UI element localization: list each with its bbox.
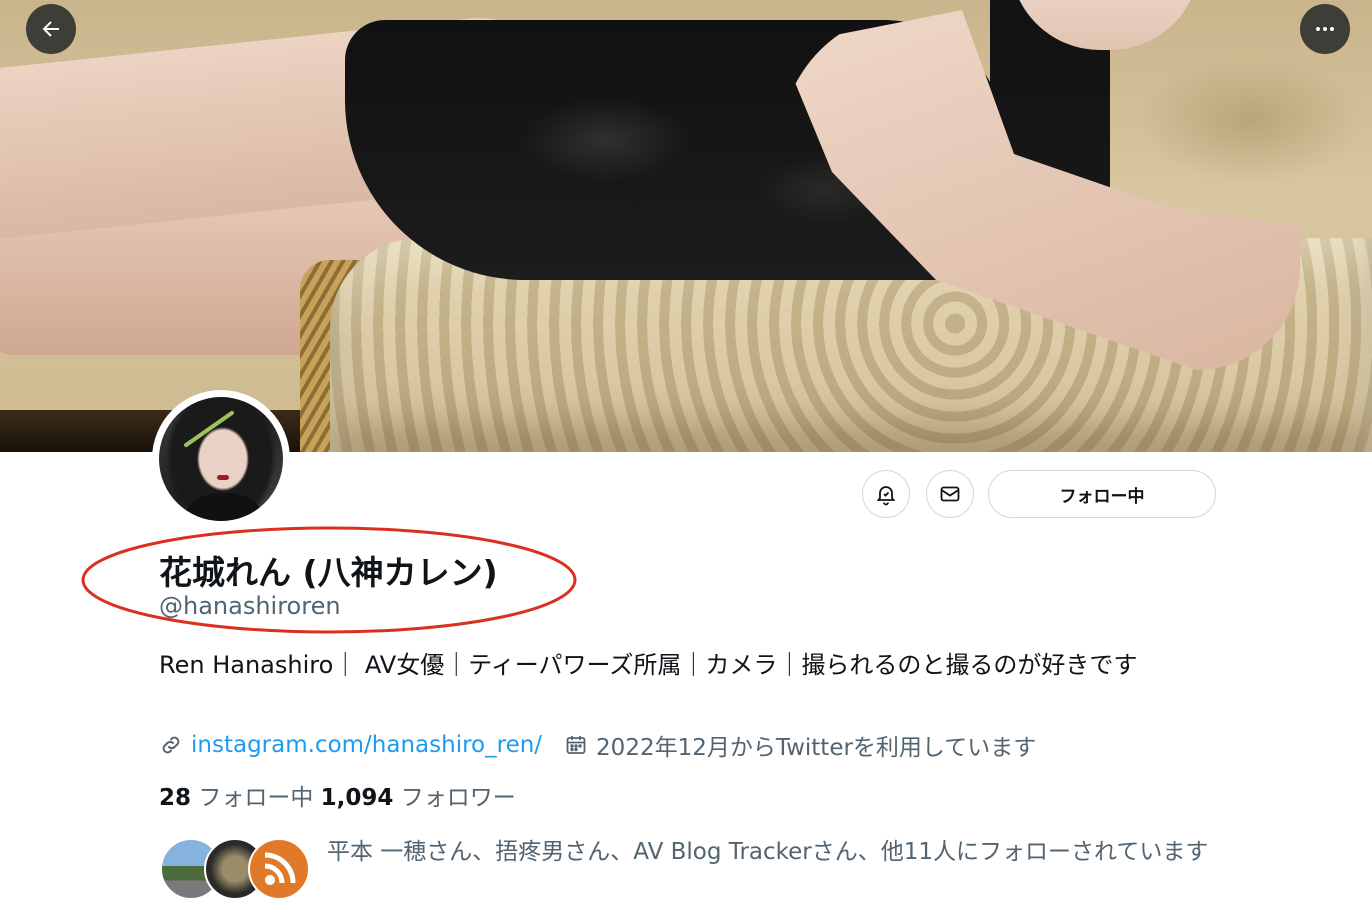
link-icon xyxy=(162,736,180,754)
following-label: フォロー中 xyxy=(198,785,314,811)
red-annotation-ellipse xyxy=(81,526,577,634)
more-icon xyxy=(1316,27,1334,31)
following-button[interactable]: フォロー中 xyxy=(988,470,1216,518)
notification-bell-icon xyxy=(876,486,896,506)
followers-count: 1,094 xyxy=(320,785,394,811)
rss-icon xyxy=(264,852,296,885)
message-button[interactable] xyxy=(926,470,974,518)
avatar-body xyxy=(179,493,269,521)
followers-link[interactable]: 1,094 フォロワー xyxy=(321,785,516,811)
followers-you-know-avatars[interactable] xyxy=(160,838,310,900)
profile-website-link[interactable]: instagram.com/hanashiro_ren/ xyxy=(191,732,542,758)
profile-joined-date: 2022年12月からTwitterを利用しています xyxy=(596,735,1037,761)
avatar-lips xyxy=(217,475,229,480)
profile-stats: 28 フォロー中 1,094 フォロワー xyxy=(159,778,516,812)
notifications-button[interactable] xyxy=(862,470,910,518)
avatar-leaf xyxy=(183,410,235,448)
profile-meta-row: instagram.com/hanashiro_ren/ 2022年12月からT… xyxy=(159,728,1036,762)
profile-avatar[interactable] xyxy=(152,390,290,528)
avatar-photo xyxy=(159,397,283,521)
follower-avatar xyxy=(248,838,310,900)
calendar-icon xyxy=(566,736,586,754)
profile-banner[interactable] xyxy=(0,0,1372,452)
following-count: 28 xyxy=(159,785,192,811)
more-button[interactable] xyxy=(1300,4,1350,54)
followed-by-text[interactable]: 平本 一穂さん、捂疼男さん、AV Blog Trackerさん、他11人にフォロ… xyxy=(327,834,1227,870)
profile-bio: Ren Hanashiro｜ AV女優｜ティーパワーズ所属｜カメラ｜撮られるのと… xyxy=(159,651,1138,679)
back-button[interactable] xyxy=(26,4,76,54)
back-arrow-icon xyxy=(42,21,59,37)
followers-label: フォロワー xyxy=(400,785,516,811)
following-link[interactable]: 28 フォロー中 xyxy=(159,785,313,811)
mail-icon xyxy=(940,486,960,502)
